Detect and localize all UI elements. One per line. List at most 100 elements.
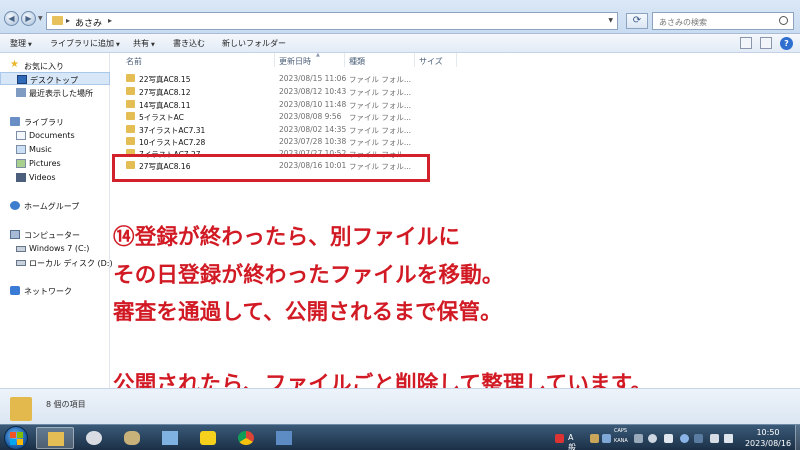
organize-button[interactable]: 整理 ▼ [10,38,32,49]
nav-drive-d[interactable]: ローカル ディスク (D:) [0,256,113,269]
folder-icon [126,87,135,95]
recent-pages-dropdown-icon[interactable]: ▼ [38,15,43,22]
folder-icon [126,112,135,120]
preview-pane-icon[interactable] [760,37,772,49]
burn-button[interactable]: 書き込む [173,38,205,49]
new-folder-button[interactable]: 新しいフォルダー [222,38,286,49]
nav-documents[interactable]: Documents [0,129,110,142]
network-tray-icon[interactable] [710,434,719,443]
nav-desktop[interactable]: デスクトップ [0,72,110,85]
file-row[interactable]: 10イラストAC7.28 2023/07/28 10:38 ファイル フォル..… [122,136,442,147]
start-button[interactable] [4,426,28,450]
taskbar-app[interactable] [189,427,227,449]
file-date: 2023/07/28 10:38 [279,137,347,146]
annotation-line-2: その日登録が終わったファイルを移動。 [113,263,504,288]
folder-icon [52,16,63,25]
clock-date: 2023/08/16 [744,439,792,448]
sort-arrow-icon: ▲ [316,52,320,58]
nav-computer-label: コンピューター [24,231,80,240]
nav-drive-c[interactable]: Windows 7 (C:) [0,242,110,255]
nav-homegroup-label: ホームグループ [24,202,80,211]
nav-computer[interactable]: コンピューター [0,228,110,241]
nav-homegroup[interactable]: ホームグループ [0,199,110,212]
item-count: 8 個の項目 [46,400,86,409]
tray-icon[interactable] [680,434,689,443]
column-date[interactable]: 更新日時 [279,56,311,67]
file-date: 2023/08/02 14:35 [279,125,347,134]
nav-recent-places[interactable]: 最近表示した場所 [0,86,110,99]
help-tray-icon[interactable] [648,434,657,443]
taskbar-app[interactable] [151,427,189,449]
nav-pictures[interactable]: Pictures [0,157,110,170]
show-desktop-button[interactable] [795,425,800,450]
tray-icon[interactable] [634,434,643,443]
file-type: ファイル フォル... [349,126,412,135]
tray-icon[interactable] [694,434,703,443]
tray-icon[interactable] [602,434,611,443]
nav-videos[interactable]: Videos [0,171,110,184]
taskbar-chrome[interactable] [227,427,265,449]
ime-indicator[interactable]: A 般 [568,433,576,450]
nav-favorites[interactable]: ★ お気に入り [0,59,110,72]
address-field[interactable]: ▸ あさみ ▸ ▼ [46,12,618,30]
back-button[interactable]: ◀ [4,11,19,26]
file-type: ファイル フォル... [349,138,412,147]
view-options-icon[interactable] [740,37,752,49]
file-date: 2023/08/12 10:43 [279,87,347,96]
share-button[interactable]: 共有 ▼ [133,38,155,49]
pictures-icon [16,159,26,168]
taskbar-app[interactable] [75,427,113,449]
file-row[interactable]: 27写真AC8.12 2023/08/12 10:43 ファイル フォル... [122,86,442,97]
share-label: 共有 [133,39,149,48]
explorer-icon [48,432,64,446]
column-type[interactable]: 種類 [349,56,365,67]
file-type: ファイル フォル... [349,75,412,84]
column-divider[interactable] [274,53,275,67]
breadcrumb[interactable]: あさみ [75,16,102,29]
tray-icon[interactable] [555,434,564,443]
search-input[interactable]: あさみの検索 [652,12,794,30]
drive-icon [16,246,26,252]
clock[interactable]: 10:50 2023/08/16 [742,427,794,449]
search-placeholder: あさみの検索 [659,18,707,27]
tray-icon[interactable] [664,434,673,443]
chevron-right-icon[interactable]: ▸ [108,16,112,25]
folder-icon [126,100,135,108]
nav-documents-label: Documents [29,131,75,140]
nav-favorites-label: お気に入り [24,62,64,71]
nav-music[interactable]: Music [0,143,110,156]
nav-desktop-label: デスクトップ [30,76,78,85]
taskbar-explorer[interactable] [36,427,74,449]
tray-icon[interactable] [590,434,599,443]
taskbar-paint[interactable] [113,427,151,449]
command-bar: 整理 ▼ ライブラリに追加 ▼ 共有 ▼ 書き込む 新しいフォルダー ? [0,34,800,53]
file-row[interactable]: 5イラストAC 2023/08/08 9:56 ファイル フォル... [122,111,442,122]
address-dropdown-icon[interactable]: ▼ [608,17,613,24]
file-type: ファイル フォル... [349,88,412,97]
column-divider[interactable] [344,53,345,67]
refresh-button[interactable]: ⟳ [626,13,648,29]
column-divider[interactable] [414,53,415,67]
add-to-library-button[interactable]: ライブラリに追加 ▼ [50,38,120,49]
nav-libraries[interactable]: ライブラリ [0,115,110,128]
file-name: 5イラストAC [139,113,184,122]
file-date: 2023/08/10 11:48 [279,100,347,109]
file-row[interactable]: 37イラストAC7.31 2023/08/02 14:35 ファイル フォル..… [122,124,442,135]
volume-icon[interactable] [724,434,733,443]
column-size[interactable]: サイズ [419,56,443,67]
help-icon[interactable]: ? [780,37,793,50]
column-name[interactable]: 名前 [126,56,142,67]
nav-drive-c-label: Windows 7 (C:) [29,244,90,253]
taskbar-app[interactable] [265,427,303,449]
nav-pictures-label: Pictures [29,159,61,168]
folder-icon [10,397,32,421]
nav-network[interactable]: ネットワーク [0,284,110,297]
column-divider[interactable] [456,53,457,67]
taskbar: A 般 CAPS KANA 10:50 2023/08/16 [0,424,800,450]
forward-button[interactable]: ▶ [21,11,36,26]
chevron-right-icon[interactable]: ▸ [66,16,70,25]
nav-drive-d-label: ローカル ディスク (D:) [29,259,113,268]
file-name: 37イラストAC7.31 [139,126,206,135]
file-row[interactable]: 14写真AC8.11 2023/08/10 11:48 ファイル フォル... [122,99,442,110]
file-row[interactable]: 22写真AC8.15 2023/08/15 11:06 ファイル フォル... [122,73,442,84]
